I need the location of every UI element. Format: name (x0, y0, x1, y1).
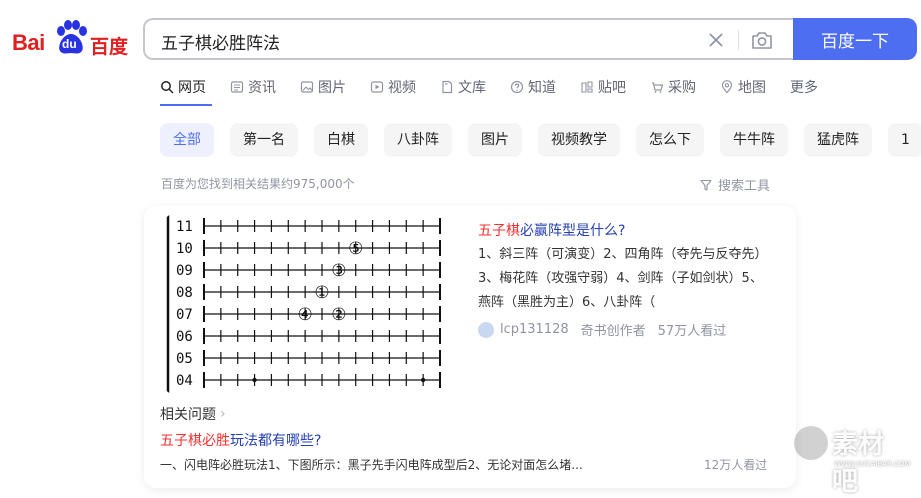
tab-label: 资讯 (248, 80, 276, 96)
filter-chip[interactable]: 1 (888, 123, 921, 157)
search-icon (161, 81, 174, 94)
search-tools-button[interactable]: 搜索工具 (700, 175, 770, 194)
video-icon (370, 81, 384, 93)
related-heading-label: 相关问题 (160, 407, 216, 423)
board-stone: ④ (298, 305, 313, 325)
search-divider (738, 30, 739, 50)
board-stone: ⑤ (348, 239, 363, 259)
board-row-label: 06 (176, 329, 193, 345)
filter-chip[interactable]: 图片 (468, 123, 522, 157)
tab-label: 文库 (458, 80, 486, 96)
related-questions-heading[interactable]: 相关问题 › (160, 404, 226, 424)
search-input[interactable] (159, 28, 683, 54)
result-title[interactable]: 五子棋必赢阵型是什么? (478, 220, 625, 240)
tab-9[interactable]: 地图 (720, 76, 766, 98)
tab-1[interactable]: 网页 (160, 76, 206, 98)
tieba-icon (581, 81, 593, 93)
result-title-rest: 必赢阵型是什么? (520, 223, 626, 239)
filter-chip[interactable]: 第一名 (230, 123, 298, 157)
view-count: 57万人看过 (657, 324, 727, 339)
board-stone: ① (314, 283, 329, 303)
result-title-highlight: 五子棋 (478, 223, 520, 239)
tab-3[interactable]: 图片 (300, 76, 346, 98)
related-q-rest: 玩法都有哪些? (230, 433, 322, 449)
tab-5[interactable]: 文库 (440, 76, 486, 98)
gomoku-board-image[interactable]: 11 10 09 08 07 06 05 04 ⑤③①④ ② (164, 214, 460, 394)
tab-2[interactable]: 资讯 (230, 76, 276, 98)
watermark-sub: WWW.SUCAIBAR.COM (834, 460, 911, 468)
board-row-label: 07 (176, 307, 193, 323)
tab-10[interactable]: 更多 (790, 76, 818, 98)
related-q-highlight: 五子棋必胜 (160, 433, 230, 449)
filter-chip[interactable]: 视频教学 (538, 123, 620, 157)
author-name[interactable]: lcp131128 (500, 322, 569, 337)
doc-icon (442, 80, 453, 94)
filter-chip[interactable]: 八卦阵 (384, 123, 452, 157)
board-row-label: 04 (176, 373, 193, 389)
board-star-point (252, 377, 257, 383)
chevron-right-icon: › (220, 406, 226, 422)
image-icon (300, 81, 314, 93)
search-tools-label: 搜索工具 (718, 179, 771, 194)
cart-icon (652, 82, 664, 93)
active-tab-underline (160, 104, 212, 106)
tab-label: 地图 (738, 80, 766, 96)
camera-icon[interactable] (750, 29, 774, 51)
filter-chips: 全部 第一名 白棋 八卦阵 图片 视频教学 怎么下 牛牛阵 猛虎阵 1 (160, 123, 921, 157)
logo-chinese: 百度 (90, 36, 129, 58)
baidu-logo[interactable]: Bai du 百度 (12, 20, 130, 60)
related-snippet: 一、闪电阵必胜玩法1、下图所示：黑子先手闪电阵成型后2、无论对面怎么堵... (160, 458, 583, 472)
watermark: 素材吧 WWW.SUCAIBAR.COM (788, 420, 911, 497)
board-row-label: 09 (176, 263, 193, 279)
filter-chip[interactable]: 猛虎阵 (804, 123, 872, 157)
filter-chip[interactable]: 怎么下 (636, 123, 704, 157)
board-stone: ③ (331, 261, 346, 281)
board-row-label: 05 (176, 351, 193, 367)
tab-label: 图片 (318, 80, 346, 96)
result-card: 11 10 09 08 07 06 05 04 ⑤ ③ ① ④ ② 五子棋必赢阵型是什么? 1、斜三阵（… (144, 206, 796, 488)
board-star-point (420, 377, 426, 383)
tab-label: 视频 (388, 80, 416, 96)
tab-8[interactable]: 采购 (650, 76, 696, 98)
logo-du: du (62, 37, 77, 51)
search-box (143, 18, 793, 60)
question-icon (510, 80, 524, 94)
watermark-icon (794, 426, 828, 460)
related-question-link[interactable]: 五子棋必胜玩法都有哪些? (160, 430, 321, 450)
related-view-count: 12万人看过 (704, 458, 768, 472)
board-stone: ② (331, 305, 346, 325)
tab-label: 网页 (178, 80, 206, 96)
tab-7[interactable]: 贴吧 (580, 76, 626, 98)
avatar[interactable] (478, 321, 494, 338)
filter-chip[interactable]: 全部 (160, 123, 214, 157)
board-row-label: 11 (176, 219, 193, 235)
result-meta: lcp131128 奇书创作者 57万人看过 (478, 320, 726, 339)
result-count: 百度为您找到相关结果约975,000个 (161, 177, 355, 191)
board-row-label: 08 (176, 285, 193, 301)
close-icon[interactable] (705, 29, 727, 51)
tab-6[interactable]: 知道 (510, 76, 556, 98)
tab-4[interactable]: 视频 (370, 76, 416, 98)
board-row-label: 10 (176, 241, 193, 257)
map-icon (721, 80, 733, 94)
search-button[interactable]: 百度一下 (793, 18, 917, 60)
tab-label: 贴吧 (598, 80, 626, 96)
filter-icon (700, 179, 712, 191)
logo-latin: Bai (12, 30, 45, 55)
news-icon (230, 81, 244, 93)
author-role: 奇书创作者 (580, 324, 646, 339)
filter-chip[interactable]: 白棋 (314, 123, 368, 157)
tab-label: 更多 (790, 80, 818, 96)
tab-label: 知道 (528, 80, 556, 96)
result-snippet: 1、斜三阵（可演变）2、四角阵（夺先与反夺先）3、梅花阵（攻强守弱）4、剑阵（子… (478, 247, 768, 310)
tab-label: 采购 (668, 80, 696, 96)
filter-chip[interactable]: 牛牛阵 (720, 123, 788, 157)
nav-tabs: 网页 资讯 图片 视频 文库 知道 贴吧 采购 地图 更多 (160, 76, 842, 98)
